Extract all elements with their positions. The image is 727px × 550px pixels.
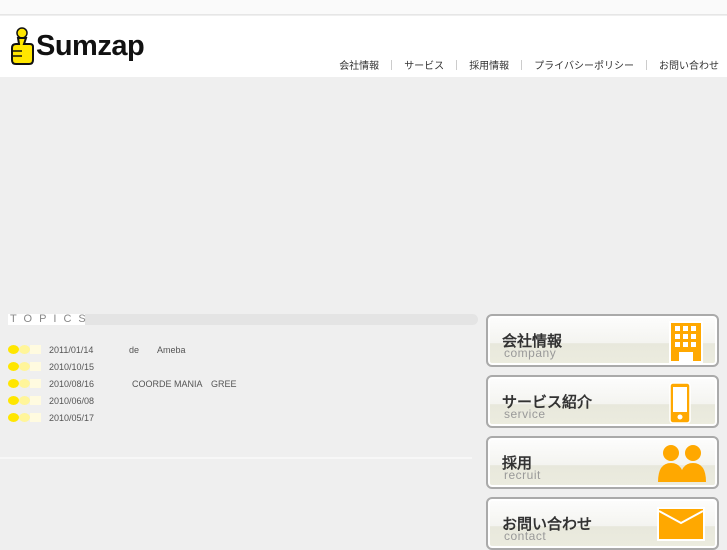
people-icon — [658, 445, 706, 482]
nav-company[interactable]: 会社情報 — [339, 57, 379, 72]
news-item: 2011/01/14 de Ameba — [8, 341, 237, 358]
news-date: 2010/08/16 — [49, 378, 95, 389]
thumbs-up-mascot-icon — [11, 27, 34, 65]
divider — [0, 457, 472, 459]
nav-separator — [521, 59, 523, 70]
button-sublabel: service — [504, 407, 546, 421]
recruit-button[interactable]: 採用 recruit — [486, 436, 719, 489]
bullet-dots-icon — [8, 396, 41, 405]
top-strip — [0, 0, 727, 15]
nav-recruit[interactable]: 採用情報 — [469, 57, 509, 72]
global-nav: 会社情報 サービス 採用情報 プライバシーポリシー お問い合わせ — [339, 57, 719, 72]
news-date: 2011/01/14 — [49, 344, 94, 355]
logo-text: Sumzap — [36, 29, 145, 62]
news-item: 2010/10/15 — [8, 358, 237, 375]
nav-separator — [391, 59, 393, 70]
company-button[interactable]: 会社情報 company — [486, 314, 719, 367]
nav-separator — [646, 59, 647, 70]
bullet-dots-icon — [8, 379, 41, 388]
news-title[interactable]: COORDE MANIA GREE — [132, 377, 237, 390]
nav-service[interactable]: サービス — [404, 57, 444, 72]
bullet-dots-icon — [8, 362, 41, 371]
service-button[interactable]: サービス紹介 service — [486, 375, 719, 428]
news-date: 2010/06/08 — [49, 395, 95, 406]
bullet-dots-icon — [8, 413, 41, 422]
button-sublabel: contact — [504, 529, 547, 543]
news-item: 2010/08/16 COORDE MANIA GREE — [8, 375, 237, 392]
topics-header: TOPICS — [8, 314, 478, 325]
news-list: 2011/01/14 de Ameba 2010/10/15 2010/08/16… — [8, 341, 237, 426]
news-title[interactable]: de Ameba — [129, 343, 186, 356]
contact-button[interactable]: お問い合わせ contact — [486, 497, 719, 550]
button-sublabel: recruit — [504, 468, 541, 482]
news-item: 2010/06/08 — [8, 392, 237, 409]
nav-privacy[interactable]: プライバシーポリシー — [534, 57, 634, 72]
envelope-icon — [657, 507, 705, 541]
header: Sumzap 会社情報 サービス 採用情報 プライバシーポリシー お問い合わせ — [0, 16, 727, 77]
news-date: 2010/05/17 — [49, 412, 95, 423]
nav-contact[interactable]: お問い合わせ — [659, 57, 719, 72]
news-item: 2010/05/17 — [8, 409, 237, 426]
button-sublabel: company — [504, 346, 557, 360]
news-date: 2010/10/15 — [49, 361, 95, 372]
logo-link[interactable]: Sumzap — [10, 27, 145, 65]
bullet-dots-icon — [8, 345, 41, 354]
mobile-phone-icon — [669, 382, 691, 424]
building-icon — [669, 321, 703, 363]
nav-separator — [456, 59, 458, 70]
topics-heading: TOPICS — [8, 313, 93, 325]
